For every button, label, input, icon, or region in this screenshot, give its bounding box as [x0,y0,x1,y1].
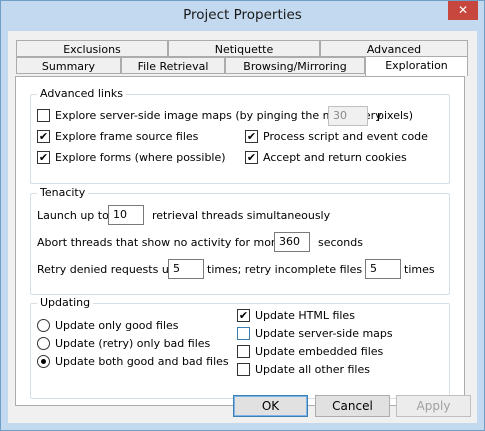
tab-browsing-mirroring[interactable]: Browsing/Mirroring [225,57,365,74]
explore-forms-checkbox[interactable]: ✔ [37,151,50,164]
update-good-radio[interactable] [37,319,50,332]
tenacity-group: Tenacity Launch up to 10 retrieval threa… [30,186,450,295]
abort-seconds-input[interactable]: 360 [274,232,310,252]
retry-denied-input[interactable]: 5 [168,259,204,279]
seconds-label: seconds [318,236,363,249]
updating-title: Updating [37,296,94,309]
update-embedded-checkbox[interactable] [237,345,250,358]
title-bar: Project Properties ✕ [1,1,484,31]
explore-forms-label: Explore forms (where possible) [55,151,226,164]
update-bad-radio[interactable] [37,337,50,350]
exploration-panel: Advanced links Explore server-side image… [15,76,465,406]
update-good-label: Update only good files [55,319,179,332]
update-embedded-label: Update embedded files [255,345,384,358]
abort-prefix-label: Abort threads that show no activity for … [37,236,311,249]
window-title: Project Properties [183,7,302,23]
update-maps-checkbox[interactable] [237,327,250,340]
pixels-label: pixels) [377,109,414,122]
times-label: times [404,263,435,276]
tab-summary[interactable]: Summary [16,57,121,74]
update-both-radio[interactable] [37,355,50,368]
frame-source-label: Explore frame source files [55,130,199,143]
cancel-button[interactable]: Cancel [315,395,390,417]
tab-advanced[interactable]: Advanced [320,40,468,57]
ok-button[interactable]: OK [233,395,308,417]
advanced-links-group: Advanced links Explore server-side image… [30,87,450,184]
tab-exclusions[interactable]: Exclusions [16,40,168,57]
cookies-checkbox[interactable]: ✔ [245,151,258,164]
update-html-label: Update HTML files [255,309,355,322]
radio-selected-dot [41,359,46,364]
update-other-label: Update all other files [255,363,370,376]
apply-button[interactable]: Apply [396,395,471,417]
update-both-label: Update both good and bad files [55,355,229,368]
tab-file-retrieval[interactable]: File Retrieval [121,57,225,74]
ping-interval-input[interactable]: 30 [328,106,368,126]
tenacity-title: Tenacity [37,186,89,199]
update-html-checkbox[interactable]: ✔ [237,309,250,322]
update-bad-label: Update (retry) only bad files [55,337,211,350]
process-script-label: Process script and event code [263,130,428,143]
launch-suffix-label: retrieval threads simultaneously [152,209,331,222]
advanced-links-title: Advanced links [37,87,127,100]
frame-source-checkbox[interactable]: ✔ [37,130,50,143]
dialog-client-area: Exclusions Netiquette Advanced Summary F… [8,31,477,423]
update-maps-label: Update server-side maps [255,327,393,340]
project-properties-window: Project Properties ✕ Exclusions Netiquet… [0,0,485,431]
process-script-checkbox[interactable]: ✔ [245,130,258,143]
server-image-maps-checkbox[interactable] [37,109,50,122]
tab-exploration[interactable]: Exploration [365,56,468,76]
updating-group: Updating Update only good files Update (… [30,296,450,399]
close-icon[interactable]: ✕ [448,1,478,20]
threads-input[interactable]: 10 [108,205,144,225]
update-other-checkbox[interactable] [237,363,250,376]
retry-incomplete-input[interactable]: 5 [365,259,401,279]
cookies-label: Accept and return cookies [263,151,407,164]
tab-netiquette[interactable]: Netiquette [168,40,320,57]
launch-prefix-label: Launch up to [37,209,109,222]
